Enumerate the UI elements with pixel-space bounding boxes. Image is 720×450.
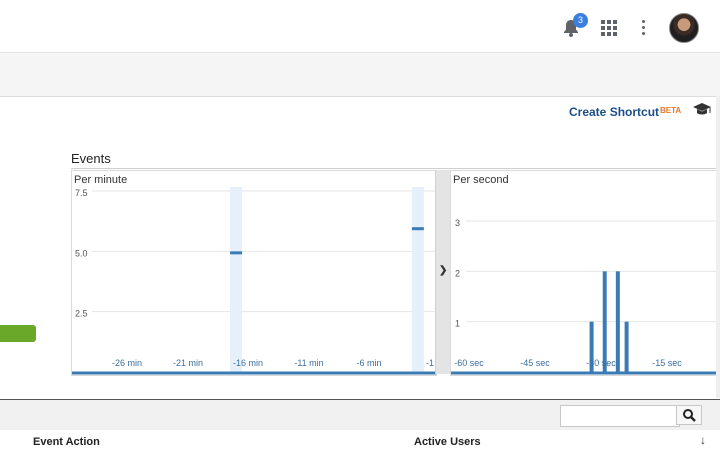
chevron-right-icon[interactable]: ❯ [439, 265, 447, 276]
y-tick-label: 5.0 [75, 248, 88, 258]
x-tick-label: -60 sec [454, 358, 484, 368]
per-minute-chart: 7.5 5.0 2.5 -26 min -21 min -16 min -11 min -6 … [72, 187, 436, 375]
per-second-chart: 3 2 1 -60 sec -45 sec -30 sec -15 sec [451, 218, 717, 375]
bar[interactable] [624, 321, 629, 372]
x-tick-label: -16 min [233, 358, 263, 368]
sort-arrow-down-icon[interactable]: ↓ [700, 433, 706, 447]
x-tick-label: -6 min [356, 358, 381, 368]
x-tick-label: -1 [426, 358, 434, 368]
bar[interactable] [411, 227, 424, 231]
bar[interactable] [615, 271, 620, 372]
apps-grid-icon[interactable] [601, 20, 617, 36]
y-tick-label: 2.5 [75, 309, 88, 319]
column-header-active-users[interactable]: Active Users [414, 436, 481, 448]
create-shortcut-link[interactable]: Create Shortcut [569, 105, 659, 119]
y-tick-label: 7.5 [75, 188, 88, 198]
x-tick-label: -11 min [294, 358, 323, 368]
x-tick-label: -30 sec [586, 358, 616, 368]
y-tick-label: 3 [455, 218, 460, 228]
bar-highlight [230, 187, 243, 372]
x-tick-label: -26 min [112, 358, 142, 368]
table-search-input[interactable] [560, 405, 680, 427]
x-tick-label: -21 min [173, 358, 203, 368]
graduation-cap-icon[interactable] [692, 101, 712, 117]
events-divider [71, 168, 720, 169]
x-tick-label: -15 sec [652, 358, 682, 368]
column-header-event-action[interactable]: Event Action [33, 436, 100, 448]
more-vert-icon[interactable] [640, 19, 648, 37]
bar[interactable] [230, 251, 243, 255]
search-icon [683, 409, 696, 422]
right-scroll-edge [716, 96, 720, 398]
action-button[interactable] [0, 325, 36, 342]
notification-count-badge: 3 [573, 13, 588, 28]
y-tick-label: 2 [455, 268, 460, 278]
bar-highlight [411, 187, 424, 372]
bar[interactable] [602, 271, 607, 372]
search-button[interactable] [676, 405, 702, 425]
beta-badge: BETA [660, 106, 682, 115]
per-minute-panel: Per minute 7.5 5.0 2.5 -26 min -21 min -16 mi… [71, 170, 437, 376]
user-avatar[interactable] [669, 13, 699, 43]
y-tick-label: 1 [455, 319, 460, 329]
per-second-panel: Per second 3 2 1 -60 sec -45 sec -30 sec -15 s… [450, 170, 718, 376]
top-bar: 3 [0, 0, 720, 53]
x-tick-label: -45 sec [520, 358, 550, 368]
events-title: Events [71, 151, 111, 166]
secondary-toolbar [0, 53, 720, 97]
